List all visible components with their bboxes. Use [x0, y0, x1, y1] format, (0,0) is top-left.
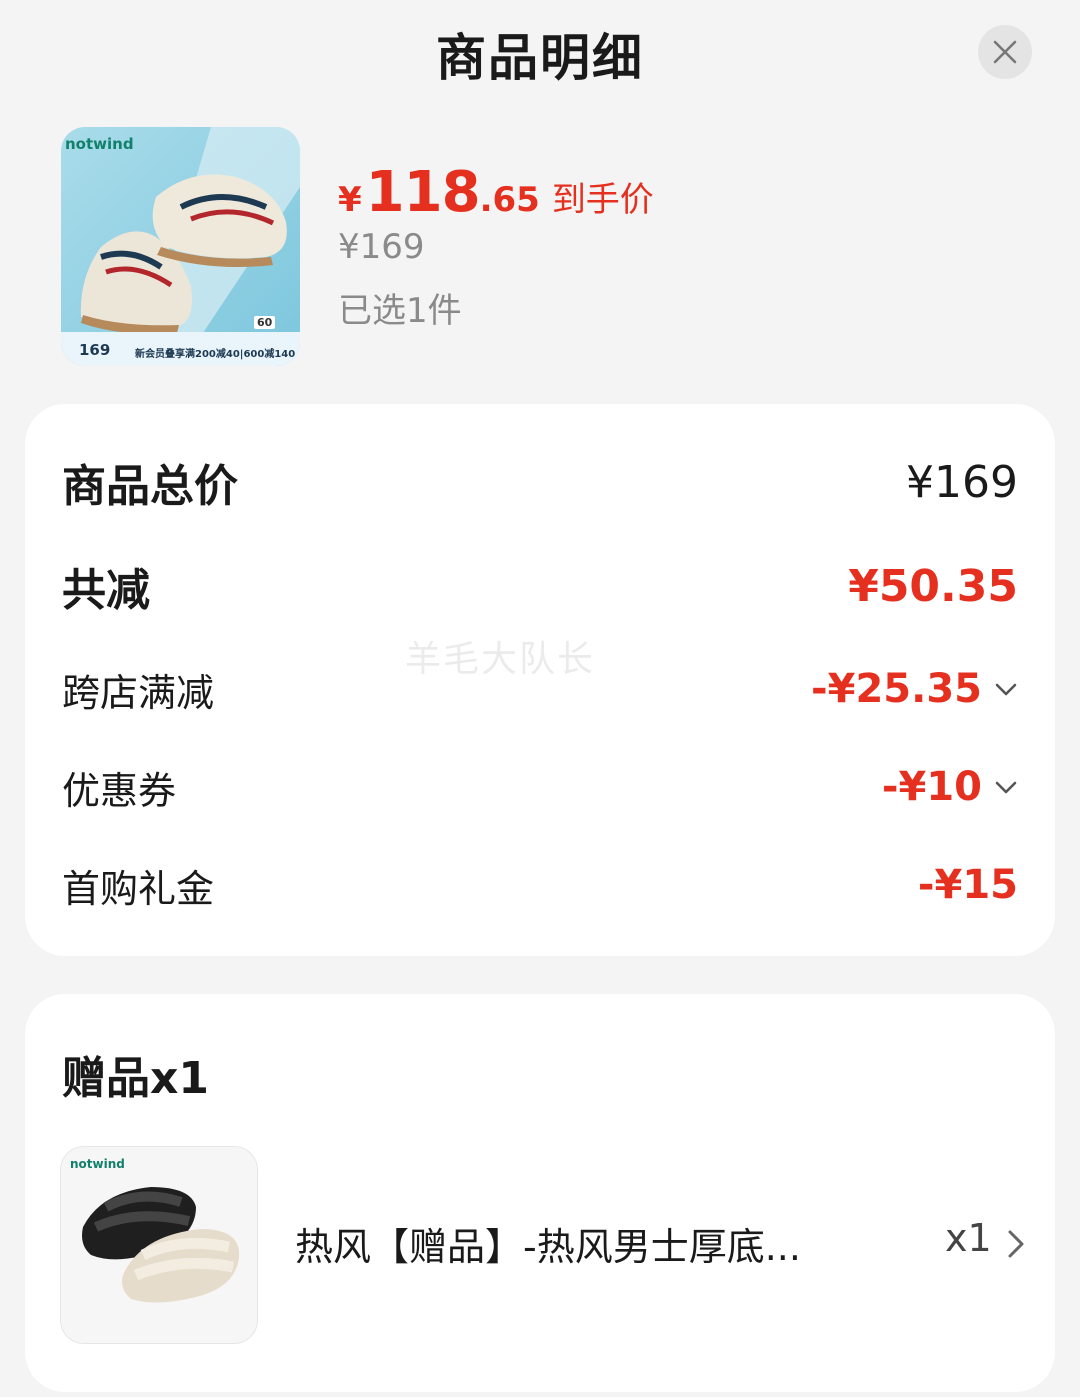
summary-row-coupon[interactable]: 优惠券 -¥10	[62, 757, 1018, 817]
thumb-price: 169	[79, 341, 111, 359]
gift-thumbnail[interactable]: notwind	[60, 1146, 258, 1344]
watermark: 羊毛大队长	[405, 639, 596, 680]
brand-logo: notwind	[65, 135, 134, 153]
summary-row-total: 商品总价 ¥169	[62, 452, 1018, 513]
original-price: ¥169	[338, 227, 425, 267]
gift-brand-logo: notwind	[70, 1157, 125, 1171]
gift-title: 赠品x1	[62, 1053, 209, 1104]
cross-store-label: 跨店满减	[62, 670, 215, 715]
gift-quantity: x1	[945, 1216, 992, 1260]
gift-name: 热风【赠品】-热风男士厚底...	[295, 1225, 801, 1269]
close-icon	[993, 40, 1017, 64]
deal-price-decimal: .65	[479, 180, 540, 220]
total-value: ¥169	[906, 456, 1018, 508]
cross-store-value-wrap[interactable]: -¥25.35	[811, 666, 1018, 712]
price-block: ¥ 118 .65 到手价 ¥169 已选1件	[338, 160, 654, 332]
chevron-down-icon[interactable]	[994, 677, 1018, 701]
discount-total-label: 共减	[62, 565, 150, 616]
gift-image	[61, 1147, 257, 1343]
first-purchase-label: 首购礼金	[62, 866, 215, 911]
chevron-down-icon[interactable]	[994, 775, 1018, 799]
thumb-promo: 新会员叠享满200减40|600减140	[135, 349, 296, 360]
first-purchase-value: -¥15	[917, 862, 1018, 908]
coupon-value: -¥10	[881, 764, 982, 810]
discount-total-value: ¥50.35	[848, 560, 1018, 612]
product-thumbnail[interactable]: notwind 60 169 新会员叠享满200减40|600减140	[61, 127, 300, 366]
gift-card: 赠品x1 notwind 热风【赠品】-热风男士厚底... x1	[25, 994, 1055, 1392]
thumb-badge: 60	[254, 316, 276, 329]
deal-price-integer: 118	[365, 160, 481, 225]
chevron-right-icon[interactable]	[1000, 1226, 1030, 1262]
coupon-label: 优惠券	[62, 768, 177, 813]
gift-item[interactable]: notwind 热风【赠品】-热风男士厚底... x1	[60, 1146, 1024, 1344]
summary-row-first-purchase: 首购礼金 -¥15	[62, 855, 1018, 915]
product-image	[61, 127, 300, 366]
currency-symbol: ¥	[338, 180, 362, 220]
summary-row-discount-total: 共减 ¥50.35	[62, 556, 1018, 617]
cross-store-value: -¥25.35	[811, 666, 982, 712]
close-button[interactable]	[978, 25, 1032, 79]
selected-count: 已选1件	[338, 291, 462, 331]
deal-price: ¥ 118 .65 到手价	[338, 160, 654, 225]
page-title: 商品明细	[436, 29, 644, 87]
total-label: 商品总价	[62, 461, 238, 512]
coupon-value-wrap[interactable]: -¥10	[882, 764, 1018, 810]
deal-price-label: 到手价	[551, 180, 654, 220]
